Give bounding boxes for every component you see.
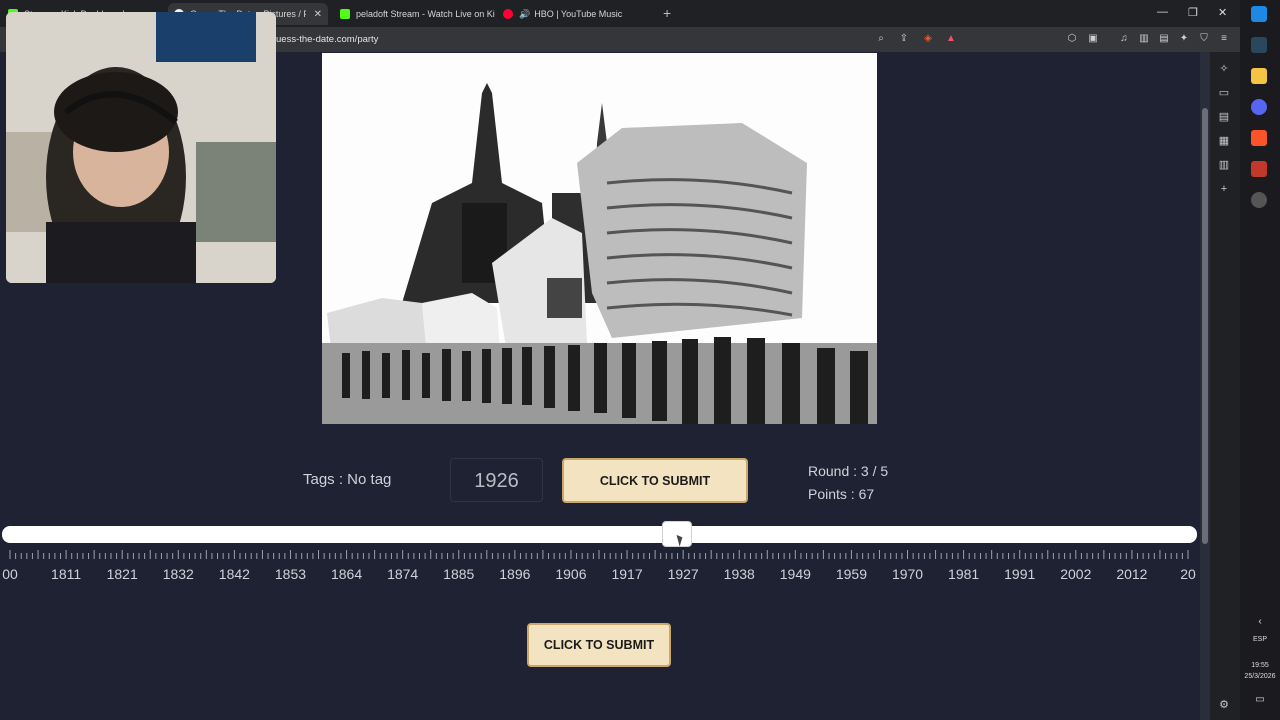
round-info: Round : 3 / 5 Points : 67 [808,460,888,506]
submit-button[interactable]: CLICK TO SUBMIT [562,458,748,503]
leo-icon[interactable]: ✧ [1218,63,1230,75]
photo-image [322,53,877,424]
slider-tick-label: 1896 [499,566,531,582]
close-window-icon[interactable]: ✕ [1218,6,1227,19]
slider-tick-label: 2012 [1116,566,1148,582]
slider-tick-label: 1970 [891,566,924,582]
tags-label: Tags : No tag [303,471,392,488]
brave-shield-icon[interactable]: ◈ [922,33,934,45]
tab-search-icon[interactable]: ▣ [1087,33,1099,45]
reading-list-icon[interactable]: ▥ [1218,159,1230,171]
submit-bottom-button[interactable]: CLICK TO SUBMIT [527,623,671,667]
youtube-music-icon [503,9,513,19]
tab-peladoft-stream[interactable]: peladoft Stream - Watch Live on Kick [340,3,495,25]
brave-rewards-icon[interactable]: ▲ [945,33,957,45]
bookmarks-icon[interactable]: ▦ [1218,135,1230,147]
points-label: Points : 67 [808,486,875,502]
webcam-overlay [6,12,276,283]
clock-date[interactable]: 25/3/2026 [1240,673,1280,680]
close-tab-icon[interactable]: ✕ [314,9,322,20]
slider-tick-label: 1927 [667,566,699,582]
slider-tick-label: 1853 [274,566,307,582]
slider-tick-label: 20 [1180,566,1196,582]
tab-label: HBO | YouTube Music [534,9,623,19]
slider-tick-label: 1832 [162,566,194,582]
slider-tick-label: 1864 [330,566,363,582]
tab-youtube-music[interactable]: 🔊 HBO | YouTube Music [503,3,653,25]
browser-side-panel [1210,52,1240,720]
slider-tick-label: 1885 [443,566,475,582]
historical-photo [322,53,877,424]
language-indicator[interactable]: ESP [1240,636,1280,643]
slider-tick-label: 1842 [218,566,250,582]
slider-tick-label: 1906 [555,566,587,582]
obs-icon[interactable] [1251,192,1267,208]
slider-tick-label: 1959 [835,566,867,582]
reading-icon[interactable]: ▭ [1218,87,1230,99]
vpn-icon[interactable]: ⛉ [1198,33,1210,45]
slider-tick-label: 1981 [948,566,980,582]
slider-tick-label: 1811 [51,566,82,582]
page-scrollbar-thumb[interactable] [1202,108,1208,544]
file-explorer-icon[interactable] [1251,68,1267,84]
streaming-app-icon[interactable] [1251,161,1267,177]
year-slider-track[interactable] [2,526,1197,543]
speaker-icon: 🔊 [519,8,531,19]
zoom-icon[interactable]: ⌕ [875,33,887,45]
leo-ai-icon[interactable]: ✦ [1178,33,1190,45]
wallet-side-icon[interactable]: ▤ [1218,111,1230,123]
media-icon[interactable]: ♫ [1118,33,1130,45]
add-panel-icon[interactable]: + [1218,183,1230,195]
notification-icon[interactable]: ▭ [1240,694,1280,705]
slider-tick-label: 1949 [779,566,811,582]
share-icon[interactable]: ⇪ [898,33,910,45]
webcam-image [6,12,276,283]
slider-tick-label: 1821 [106,566,138,582]
slider-tick-label: 1917 [611,566,643,582]
minimize-icon[interactable]: — [1157,6,1168,18]
slider-ticks [9,550,1189,559]
slider-tick-label: 00 [2,566,18,582]
slider-tick-label: 1938 [723,566,755,582]
menu-icon[interactable]: ≡ [1218,33,1230,45]
steam-icon[interactable] [1251,37,1267,53]
windows-start-icon[interactable] [1251,6,1267,22]
round-label: Round : 3 / 5 [808,463,889,479]
restore-icon[interactable]: ❐ [1188,6,1198,19]
extensions-icon[interactable]: ⬡ [1066,33,1078,45]
url-field[interactable]: uess-the-date.com/party [276,34,378,45]
kick-icon [340,9,350,19]
wallet-icon[interactable]: ▤ [1158,33,1170,45]
tab-label: peladoft Stream - Watch Live on Kick [356,9,495,19]
slider-tick-label: 2002 [1060,566,1092,582]
slider-tick-label: 1991 [1004,566,1036,582]
discord-icon[interactable] [1251,99,1267,115]
sidebar-toggle-icon[interactable]: ▥ [1138,33,1150,45]
year-input[interactable]: 1926 [450,458,543,502]
tray-chevron-icon[interactable]: ‹ [1240,616,1280,627]
new-tab-button[interactable]: + [663,5,671,21]
brave-browser-icon[interactable] [1251,130,1267,146]
slider-tick-label: 1874 [387,566,419,582]
clock-time[interactable]: 19:55 [1240,662,1280,669]
settings-gear-icon[interactable]: ⚙ [1218,699,1230,711]
